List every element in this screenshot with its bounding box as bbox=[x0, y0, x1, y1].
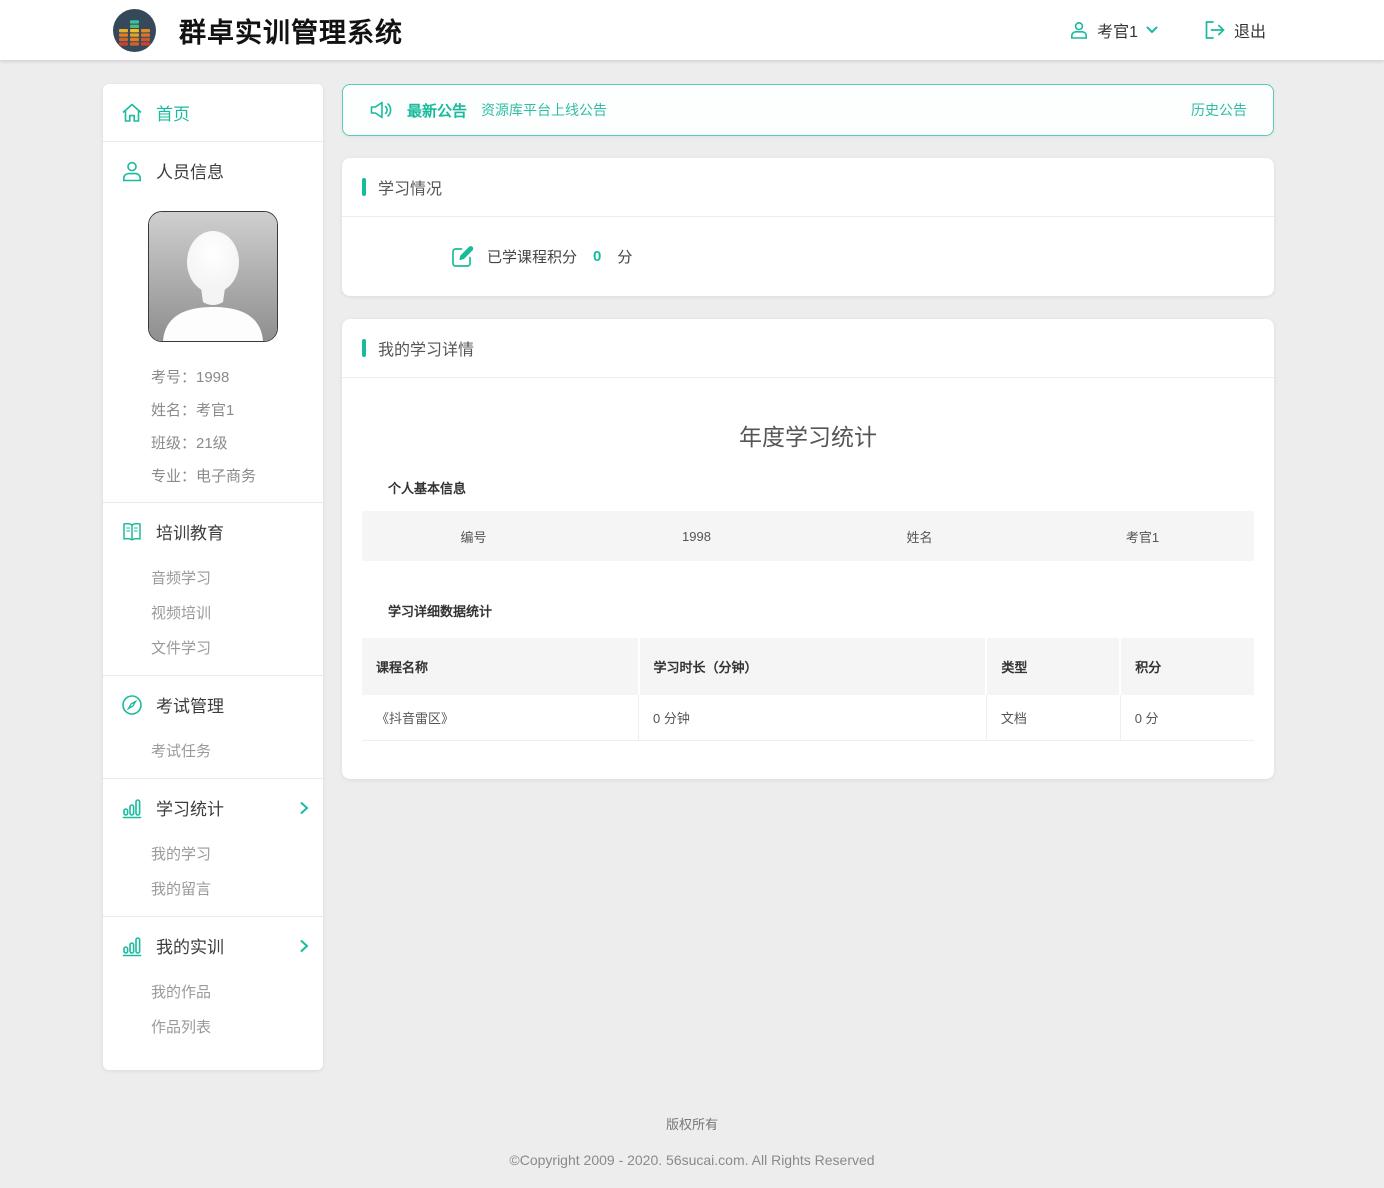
app-title: 群卓实训管理系统 bbox=[179, 11, 403, 50]
logout-label: 退出 bbox=[1234, 18, 1266, 42]
learning-detail-title: 我的学习详情 bbox=[378, 336, 474, 360]
detail-table-title: 学习详细数据统计 bbox=[388, 601, 1254, 620]
basic-info-title: 个人基本信息 bbox=[388, 478, 1254, 497]
sidebar-profile-section: 人员信息 bbox=[103, 141, 323, 502]
sidebar-item-my-practice[interactable]: 我的实训 bbox=[103, 917, 323, 974]
cell-type: 文档 bbox=[986, 695, 1120, 741]
footer-copyright-cn: 版权所有 bbox=[0, 1114, 1384, 1133]
learning-detail-card: 我的学习详情 年度学习统计 个人基本信息 编号 1998 姓名 考官1 学习详细… bbox=[342, 319, 1274, 779]
announcement-news-link[interactable]: 资源库平台上线公告 bbox=[481, 100, 607, 120]
col-type: 类型 bbox=[986, 638, 1120, 695]
page-footer: 版权所有 ©Copyright 2009 - 2020. 56sucai.com… bbox=[0, 1070, 1384, 1188]
cell-course-name: 《抖音雷区》 bbox=[362, 695, 639, 741]
sidebar-subitem-works-list[interactable]: 作品列表 bbox=[103, 1009, 323, 1044]
profile-class: 班级：21级 bbox=[103, 426, 323, 459]
sidebar-study-stats-section: 学习统计 我的学习 我的留言 bbox=[103, 778, 323, 916]
basic-info-name-label: 姓名 bbox=[808, 527, 1031, 546]
sidebar-subitem-my-works[interactable]: 我的作品 bbox=[103, 974, 323, 1009]
cell-duration: 0 分钟 bbox=[639, 695, 987, 741]
sidebar-subitem-my-messages[interactable]: 我的留言 bbox=[103, 871, 323, 906]
announcement-label: 最新公告 bbox=[407, 100, 467, 121]
sidebar-subitem-video-training[interactable]: 视频培训 bbox=[103, 595, 323, 630]
sidebar-profile-label: 人员信息 bbox=[156, 158, 224, 183]
col-course-name: 课程名称 bbox=[362, 638, 639, 695]
user-menu[interactable]: 考官1 bbox=[1069, 18, 1158, 42]
book-icon bbox=[120, 520, 144, 544]
score-unit: 分 bbox=[617, 246, 632, 267]
score-label: 已学课程积分 bbox=[487, 246, 577, 267]
learning-detail-body: 年度学习统计 个人基本信息 编号 1998 姓名 考官1 学习详细数据统计 课程… bbox=[342, 378, 1274, 779]
learning-status-header: 学习情况 bbox=[342, 158, 1274, 217]
home-icon bbox=[120, 101, 144, 125]
edit-icon bbox=[450, 244, 475, 269]
main-content: 最新公告 资源库平台上线公告 历史公告 学习情况 已学课程积分 0 分 bbox=[342, 84, 1274, 802]
sidebar-home-label: 首页 bbox=[156, 100, 190, 125]
sidebar-training-section: 培训教育 音频学习 视频培训 文件学习 bbox=[103, 502, 323, 675]
chevron-down-icon bbox=[1146, 26, 1158, 34]
profile-exam-number: 考号：1998 bbox=[103, 360, 323, 393]
sidebar-item-home[interactable]: 首页 bbox=[103, 84, 323, 141]
sidebar-study-stats-label: 学习统计 bbox=[156, 795, 224, 820]
announcement-bar: 最新公告 资源库平台上线公告 历史公告 bbox=[342, 84, 1274, 136]
learning-status-title: 学习情况 bbox=[378, 175, 442, 199]
sidebar-subitem-audio-learning[interactable]: 音频学习 bbox=[103, 560, 323, 595]
learning-status-body: 已学课程积分 0 分 bbox=[342, 217, 1274, 296]
sidebar-practice-section: 我的实训 我的作品 作品列表 bbox=[103, 916, 323, 1054]
sidebar-item-study-stats[interactable]: 学习统计 bbox=[103, 779, 323, 836]
table-row: 《抖音雷区》 0 分钟 文档 0 分 bbox=[362, 695, 1254, 741]
app-logo-icon bbox=[112, 8, 157, 53]
sidebar-item-training[interactable]: 培训教育 bbox=[103, 503, 323, 560]
sidebar-exam-label: 考试管理 bbox=[156, 692, 224, 717]
col-score: 积分 bbox=[1120, 638, 1254, 695]
sidebar-subitem-file-learning[interactable]: 文件学习 bbox=[103, 630, 323, 665]
basic-info-id-value: 1998 bbox=[585, 529, 808, 544]
learning-detail-header: 我的学习详情 bbox=[342, 319, 1274, 378]
profile-major: 专业：电子商务 bbox=[103, 459, 323, 492]
bar-chart-icon bbox=[120, 796, 144, 820]
logout-button[interactable]: 退出 bbox=[1204, 18, 1266, 42]
basic-info-name-value: 考官1 bbox=[1031, 527, 1254, 546]
chevron-right-icon bbox=[300, 801, 309, 814]
history-announcements-link[interactable]: 历史公告 bbox=[1191, 100, 1247, 120]
chevron-right-icon bbox=[300, 939, 309, 952]
avatar bbox=[148, 211, 278, 342]
sidebar-exam-section: 考试管理 考试任务 bbox=[103, 675, 323, 778]
accent-bar bbox=[362, 178, 366, 196]
table-header-row: 课程名称 学习时长（分钟） 类型 积分 bbox=[362, 638, 1254, 695]
sidebar-subitem-exam-task[interactable]: 考试任务 bbox=[103, 733, 323, 768]
person-icon bbox=[120, 159, 144, 183]
learning-status-card: 学习情况 已学课程积分 0 分 bbox=[342, 158, 1274, 296]
footer-copyright-en: ©Copyright 2009 - 2020. 56sucai.com. All… bbox=[0, 1152, 1384, 1168]
sidebar-subitem-my-learning[interactable]: 我的学习 bbox=[103, 836, 323, 871]
accent-bar bbox=[362, 339, 366, 357]
sidebar: 首页 人员信息 bbox=[103, 84, 323, 1070]
learning-detail-table: 课程名称 学习时长（分钟） 类型 积分 《抖音雷区》 0 分钟 文档 0 分 bbox=[362, 638, 1254, 741]
app-header: 群卓实训管理系统 考官1 退出 bbox=[0, 0, 1384, 60]
user-name: 考官1 bbox=[1097, 18, 1138, 42]
basic-info-id-label: 编号 bbox=[362, 527, 585, 546]
sidebar-item-profile[interactable]: 人员信息 bbox=[103, 142, 323, 199]
basic-info-row: 编号 1998 姓名 考官1 bbox=[362, 511, 1254, 561]
sidebar-my-practice-label: 我的实训 bbox=[156, 933, 224, 958]
annual-stats-title: 年度学习统计 bbox=[362, 388, 1254, 478]
user-icon bbox=[1069, 20, 1089, 40]
bar-chart-icon bbox=[120, 934, 144, 958]
speaker-icon bbox=[369, 99, 393, 121]
sidebar-training-label: 培训教育 bbox=[156, 519, 224, 544]
score-value: 0 bbox=[593, 248, 601, 265]
compass-icon bbox=[120, 693, 144, 717]
profile-name: 姓名：考官1 bbox=[103, 393, 323, 426]
col-duration: 学习时长（分钟） bbox=[639, 638, 987, 695]
cell-score: 0 分 bbox=[1120, 695, 1254, 741]
sidebar-item-exam[interactable]: 考试管理 bbox=[103, 676, 323, 733]
logout-icon bbox=[1204, 20, 1226, 40]
